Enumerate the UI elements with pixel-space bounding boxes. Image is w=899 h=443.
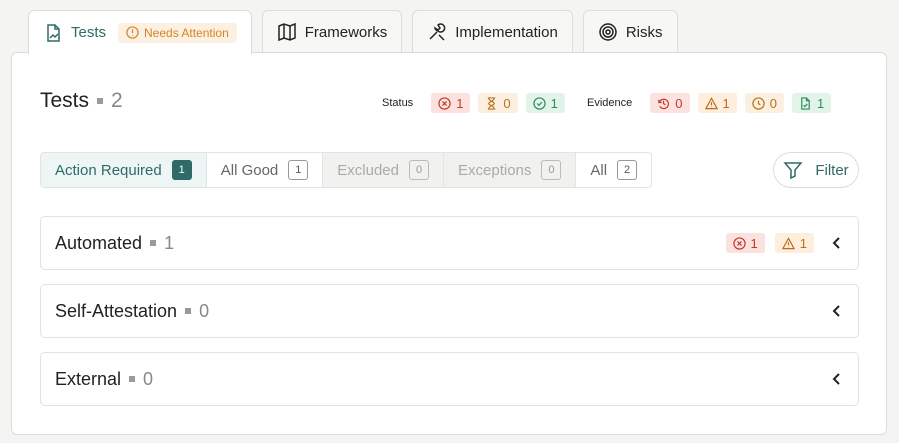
warning-triangle-icon bbox=[704, 96, 718, 109]
evidence-warning-chip[interactable]: 1 bbox=[697, 93, 737, 113]
top-tabs: Tests Needs Attention Frameworks Impleme… bbox=[28, 10, 678, 54]
document-chart-icon bbox=[47, 23, 60, 42]
section-external[interactable]: External 0 bbox=[40, 352, 859, 406]
section-name: External bbox=[55, 368, 122, 389]
separator-dot bbox=[129, 376, 136, 382]
section-failed-chip: 1 bbox=[725, 233, 765, 253]
test-filter-tabs: Action Required 1 All Good 1 Excluded 0 … bbox=[40, 152, 653, 188]
evidence-due-soon-chip[interactable]: 0 bbox=[744, 93, 784, 113]
section-title: Self-Attestation 0 bbox=[55, 301, 209, 322]
filter-label: All bbox=[590, 161, 608, 179]
section-warning-count: 1 bbox=[799, 235, 807, 251]
filter-count-badge: 2 bbox=[617, 160, 638, 180]
status-passed-count: 1 bbox=[550, 95, 558, 111]
tab-tests[interactable]: Tests Needs Attention bbox=[28, 10, 252, 54]
filter-all[interactable]: All 2 bbox=[576, 153, 651, 187]
tab-frameworks[interactable]: Frameworks bbox=[261, 10, 403, 53]
status-failed-count: 1 bbox=[456, 95, 464, 111]
page-title-count: 2 bbox=[111, 89, 123, 112]
status-pending-count: 0 bbox=[503, 95, 511, 111]
tab-label: Frameworks bbox=[304, 23, 388, 41]
separator-dot bbox=[150, 240, 157, 246]
filter-action-required[interactable]: Action Required 1 bbox=[41, 153, 207, 187]
filter-excluded[interactable]: Excluded 0 bbox=[323, 153, 444, 187]
chevron-left-icon[interactable] bbox=[830, 372, 844, 386]
filter-label: All Good bbox=[220, 161, 279, 179]
evidence-ok-chip[interactable]: 1 bbox=[791, 93, 832, 113]
status-label: Status bbox=[382, 97, 414, 109]
evidence-due-soon-count: 0 bbox=[769, 95, 777, 111]
clock-icon bbox=[752, 96, 765, 110]
section-name: Self-Attestation bbox=[55, 300, 178, 321]
section-warning-chip: 1 bbox=[774, 233, 814, 253]
warning-triangle-icon bbox=[781, 236, 795, 249]
separator-dot bbox=[185, 308, 192, 314]
section-name: Automated bbox=[55, 232, 143, 253]
funnel-icon bbox=[783, 162, 803, 180]
tab-risks[interactable]: Risks bbox=[582, 10, 678, 53]
needs-attention-label: Needs Attention bbox=[144, 25, 229, 40]
evidence-label: Evidence bbox=[587, 97, 633, 109]
page-title-text: Tests bbox=[40, 89, 90, 112]
section-title: Automated 1 bbox=[55, 233, 174, 254]
status-pending-chip[interactable]: 0 bbox=[478, 93, 518, 113]
tests-panel: Tests 2 Status 1 0 1 Evidence 0 1 0 1 Ac… bbox=[11, 52, 887, 435]
tab-label: Implementation bbox=[455, 23, 558, 41]
x-circle-icon bbox=[438, 96, 451, 110]
section-indicators: 1 1 bbox=[725, 233, 844, 253]
document-check-icon bbox=[801, 96, 810, 110]
section-automated[interactable]: Automated 1 1 1 bbox=[40, 216, 859, 270]
evidence-summary: Evidence 0 1 0 1 bbox=[587, 93, 832, 113]
status-summary: Status 1 0 1 bbox=[382, 93, 565, 113]
filter-exceptions[interactable]: Exceptions 0 bbox=[444, 153, 577, 187]
filter-label: Action Required bbox=[55, 161, 162, 179]
section-count: 0 bbox=[143, 368, 154, 389]
needs-attention-badge: Needs Attention bbox=[118, 22, 237, 43]
section-failed-count: 1 bbox=[750, 235, 758, 251]
filter-count-badge: 0 bbox=[409, 160, 429, 180]
evidence-overdue-chip[interactable]: 0 bbox=[650, 93, 690, 113]
status-failed-chip[interactable]: 1 bbox=[431, 93, 471, 113]
filter-count-badge: 1 bbox=[288, 160, 309, 180]
filter-button-label: Filter bbox=[815, 161, 849, 179]
tab-label: Tests bbox=[71, 24, 107, 41]
evidence-ok-count: 1 bbox=[816, 95, 825, 111]
section-count: 1 bbox=[164, 232, 175, 253]
target-icon bbox=[599, 23, 617, 41]
hourglass-icon bbox=[488, 96, 496, 110]
section-title: External 0 bbox=[55, 369, 153, 390]
filter-button[interactable]: Filter bbox=[773, 152, 859, 188]
evidence-warning-count: 1 bbox=[722, 95, 730, 111]
status-passed-chip[interactable]: 1 bbox=[525, 93, 565, 113]
tab-implementation[interactable]: Implementation bbox=[412, 10, 573, 53]
tab-label: Risks bbox=[625, 23, 663, 41]
x-circle-icon bbox=[732, 236, 746, 250]
history-icon bbox=[658, 98, 670, 109]
section-indicators bbox=[824, 304, 844, 318]
filter-count-badge: 0 bbox=[541, 160, 562, 180]
evidence-overdue-count: 0 bbox=[675, 95, 683, 111]
filter-all-good[interactable]: All Good 1 bbox=[207, 153, 324, 187]
filter-label: Excluded bbox=[337, 161, 399, 179]
filter-count-badge: 1 bbox=[171, 160, 192, 180]
check-circle-icon bbox=[532, 96, 546, 110]
section-self-attestation[interactable]: Self-Attestation 0 bbox=[40, 284, 859, 338]
section-indicators bbox=[824, 372, 844, 386]
filter-label: Exceptions bbox=[458, 161, 532, 179]
alert-circle-icon bbox=[126, 26, 139, 39]
chevron-left-icon[interactable] bbox=[830, 236, 844, 250]
page-title: Tests 2 bbox=[40, 89, 123, 113]
chevron-left-icon[interactable] bbox=[830, 304, 844, 318]
map-icon bbox=[278, 22, 296, 42]
separator-dot bbox=[97, 98, 104, 104]
section-count: 0 bbox=[199, 300, 210, 321]
wrench-icon bbox=[429, 23, 446, 41]
